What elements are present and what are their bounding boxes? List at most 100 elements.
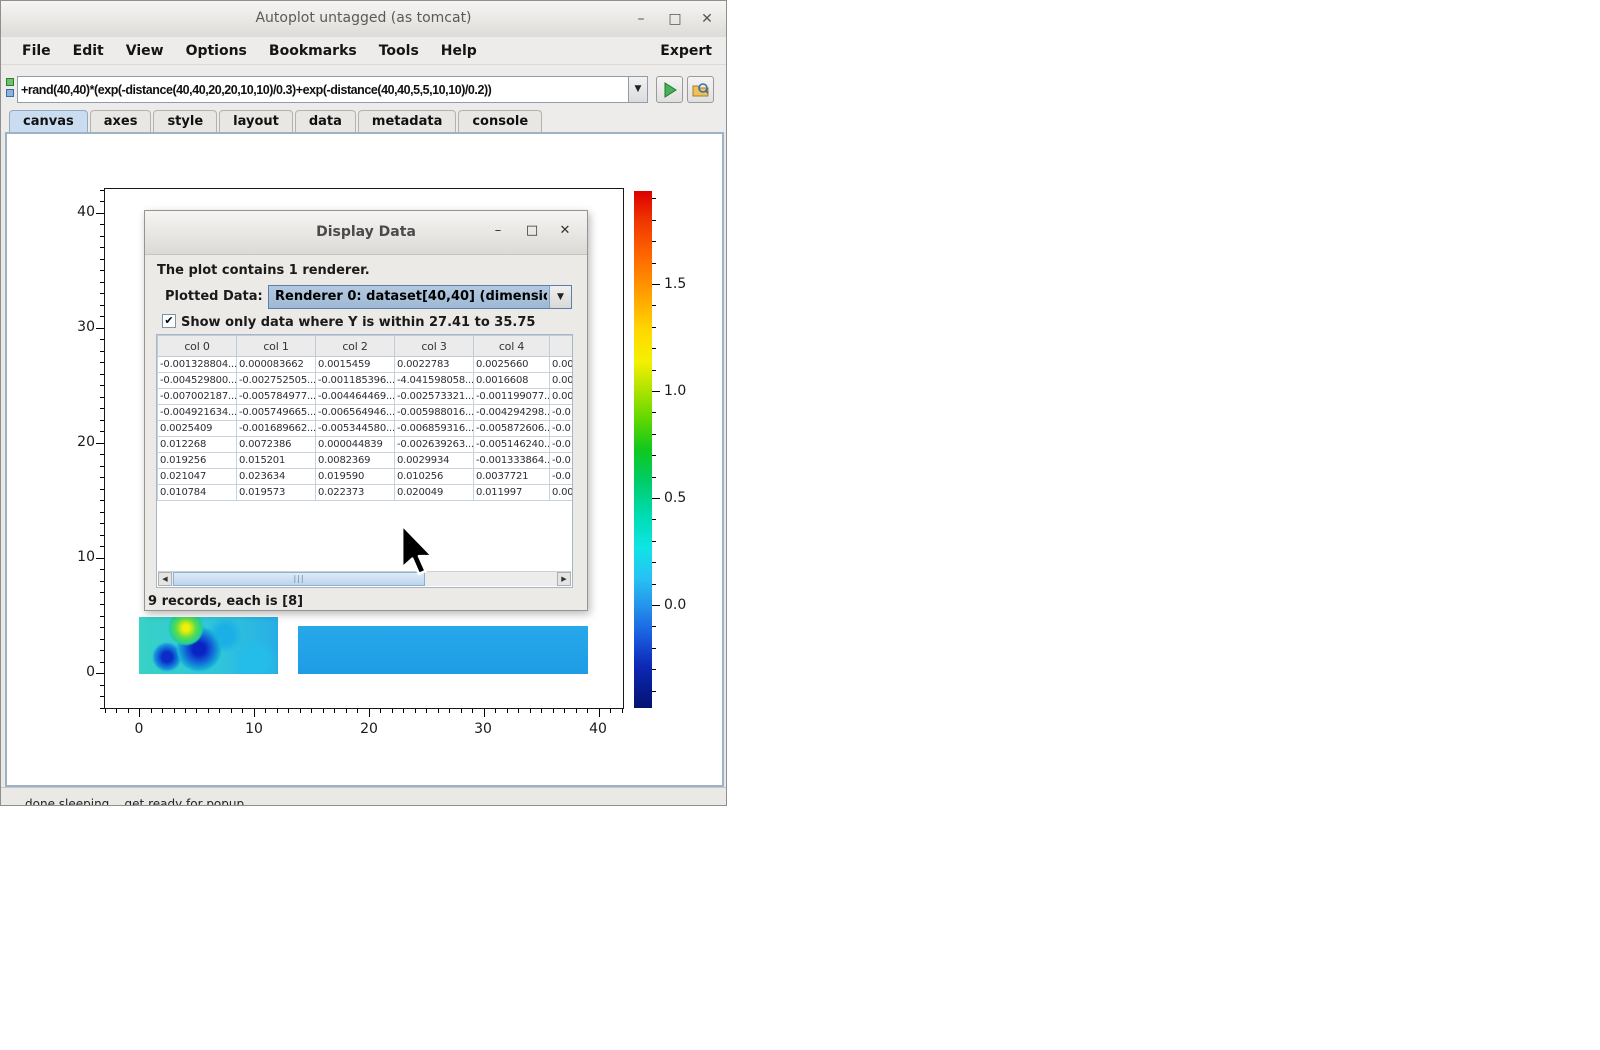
table-cell[interactable]: 0.021047 bbox=[158, 469, 237, 485]
table-cell[interactable]: -0.0 bbox=[550, 469, 574, 485]
table-cell[interactable]: -0.002573321... bbox=[395, 389, 474, 405]
table-cell[interactable]: -0.004529800... bbox=[158, 373, 237, 389]
dialog-close-icon[interactable]: ✕ bbox=[554, 221, 576, 241]
x-axis-tick bbox=[265, 709, 266, 713]
table-cell[interactable]: 0.00 bbox=[550, 357, 574, 373]
table-cell[interactable]: -0.005344580... bbox=[316, 421, 395, 437]
table-cell[interactable]: 0.020049 bbox=[395, 485, 474, 501]
x-axis-tick bbox=[185, 709, 186, 713]
table-header[interactable]: col 3 bbox=[395, 336, 474, 357]
table-cell[interactable]: -0.004464469... bbox=[316, 389, 395, 405]
y-axis-tick bbox=[100, 616, 104, 617]
table-cell[interactable]: 0.019256 bbox=[158, 453, 237, 469]
table-cell[interactable]: -0.004294298... bbox=[474, 405, 550, 421]
table-row[interactable]: 0.0192560.0152010.00823690.0029934-0.001… bbox=[158, 453, 574, 469]
table-row[interactable]: 0.0025409-0.001689662...-0.005344580...-… bbox=[158, 421, 574, 437]
y-axis-tick bbox=[100, 397, 104, 398]
table-cell[interactable]: -0.002752505... bbox=[237, 373, 316, 389]
colorbar-tick bbox=[652, 434, 656, 435]
table-cell[interactable]: 0.023634 bbox=[237, 469, 316, 485]
y-axis-tick bbox=[100, 466, 104, 467]
table-cell[interactable]: 0.0015459 bbox=[316, 357, 395, 373]
table-row[interactable]: 0.0107840.0195730.0223730.0200490.011997… bbox=[158, 485, 574, 501]
table-cell[interactable]: 0.015201 bbox=[237, 453, 316, 469]
table-cell[interactable]: -0.005872606... bbox=[474, 421, 550, 437]
table-cell[interactable]: 0.0025409 bbox=[158, 421, 237, 437]
table-row[interactable]: -0.007002187...-0.005784977...-0.0044644… bbox=[158, 389, 574, 405]
filter-checkbox[interactable]: ✔ bbox=[162, 314, 176, 328]
table-cell[interactable]: -4.041598058... bbox=[395, 373, 474, 389]
dialog-titlebar[interactable]: Display Data – □ ✕ bbox=[145, 211, 587, 255]
filter-checkbox-label: Show only data where Y is within 27.41 t… bbox=[181, 315, 535, 330]
table-cell[interactable]: -0.005749665... bbox=[237, 405, 316, 421]
y-axis-tick bbox=[100, 535, 104, 536]
colorbar-tick bbox=[652, 198, 656, 199]
table-cell[interactable]: -0.001328804... bbox=[158, 357, 237, 373]
colorbar-tick bbox=[652, 584, 656, 585]
table-cell[interactable]: -0.007002187... bbox=[158, 389, 237, 405]
table-row[interactable]: 0.0210470.0236340.0195900.0102560.003772… bbox=[158, 469, 574, 485]
table-cell[interactable]: 0.0082369 bbox=[316, 453, 395, 469]
table-cell[interactable]: 0.011997 bbox=[474, 485, 550, 501]
table-cell[interactable]: 0.0072386 bbox=[237, 437, 316, 453]
table-cell[interactable]: 0.0022783 bbox=[395, 357, 474, 373]
plotted-data-combobox[interactable]: Renderer 0: dataset[40,40] (dimension...… bbox=[268, 285, 572, 309]
table-cell[interactable]: -0.0 bbox=[550, 405, 574, 421]
table-cell[interactable]: 0.00 bbox=[550, 373, 574, 389]
table-cell[interactable]: -0.005146240... bbox=[474, 437, 550, 453]
table-cell[interactable]: 0.019573 bbox=[237, 485, 316, 501]
dialog-maximize-icon[interactable]: □ bbox=[521, 221, 543, 241]
table-cell[interactable]: -0.0 bbox=[550, 437, 574, 453]
dialog-minimize-icon[interactable]: – bbox=[487, 221, 509, 241]
y-axis-tick bbox=[100, 201, 104, 202]
table-cell[interactable]: 0.00 bbox=[550, 485, 574, 501]
table-row[interactable]: -0.004921634...-0.005749665...-0.0065649… bbox=[158, 405, 574, 421]
table-cell[interactable]: 0.019590 bbox=[316, 469, 395, 485]
table-cell[interactable]: -0.006859316... bbox=[395, 421, 474, 437]
x-axis-tick bbox=[311, 709, 312, 713]
table-cell[interactable]: -0.001333864... bbox=[474, 453, 550, 469]
x-axis-tick bbox=[587, 709, 588, 713]
x-axis-tick bbox=[392, 709, 393, 713]
scroll-left-icon[interactable]: ◀ bbox=[158, 572, 172, 586]
table-cell[interactable]: 0.000083662 bbox=[237, 357, 316, 373]
colorbar-tick bbox=[652, 305, 656, 306]
table-cell[interactable]: 0.012268 bbox=[158, 437, 237, 453]
table-cell[interactable]: -0.004921634... bbox=[158, 405, 237, 421]
table-cell[interactable]: -0.005784977... bbox=[237, 389, 316, 405]
table-cell[interactable]: -0.0 bbox=[550, 421, 574, 437]
table-cell[interactable]: -0.006564946... bbox=[316, 405, 395, 421]
combo-chevron-down-icon[interactable]: ▼ bbox=[549, 286, 571, 308]
table-cell[interactable]: 0.000044839 bbox=[316, 437, 395, 453]
table-cell[interactable]: 0.0037721 bbox=[474, 469, 550, 485]
table-header[interactable]: col 1 bbox=[237, 336, 316, 357]
table-header[interactable]: col 0 bbox=[158, 336, 237, 357]
table-cell[interactable]: -0.001689662... bbox=[237, 421, 316, 437]
records-summary: 9 records, each is [8] bbox=[148, 594, 303, 609]
table-cell[interactable]: 0.022373 bbox=[316, 485, 395, 501]
table-cell[interactable]: -0.001199077... bbox=[474, 389, 550, 405]
renderer-count-text: The plot contains 1 renderer. bbox=[157, 263, 370, 278]
table-row[interactable]: 0.0122680.00723860.000044839-0.002639263… bbox=[158, 437, 574, 453]
y-tick-label: 30 bbox=[59, 319, 95, 335]
table-header[interactable]: col 2 bbox=[316, 336, 395, 357]
scrollbar-thumb[interactable]: ||| bbox=[173, 572, 425, 586]
table-cell[interactable]: 0.010784 bbox=[158, 485, 237, 501]
colorbar bbox=[634, 191, 652, 708]
table-cell[interactable]: 0.0016608 bbox=[474, 373, 550, 389]
table-cell[interactable]: 0.00 bbox=[550, 389, 574, 405]
table-row[interactable]: -0.001328804...0.0000836620.00154590.002… bbox=[158, 357, 574, 373]
table-cell[interactable]: 0.010256 bbox=[395, 469, 474, 485]
scroll-right-icon[interactable]: ▶ bbox=[557, 572, 571, 586]
table-header[interactable]: col 4 bbox=[474, 336, 550, 357]
table-row[interactable]: -0.004529800...-0.002752505...-0.0011853… bbox=[158, 373, 574, 389]
table-cell[interactable]: -0.002639263... bbox=[395, 437, 474, 453]
table-header[interactable] bbox=[550, 336, 574, 357]
table-cell[interactable]: 0.0025660 bbox=[474, 357, 550, 373]
table-cell[interactable]: -0.005988016... bbox=[395, 405, 474, 421]
colorbar-tick bbox=[652, 605, 660, 606]
horizontal-scrollbar[interactable]: ◀ ||| ▶ bbox=[158, 571, 571, 586]
table-cell[interactable]: -0.001185396... bbox=[316, 373, 395, 389]
table-cell[interactable]: -0.0 bbox=[550, 453, 574, 469]
table-cell[interactable]: 0.0029934 bbox=[395, 453, 474, 469]
